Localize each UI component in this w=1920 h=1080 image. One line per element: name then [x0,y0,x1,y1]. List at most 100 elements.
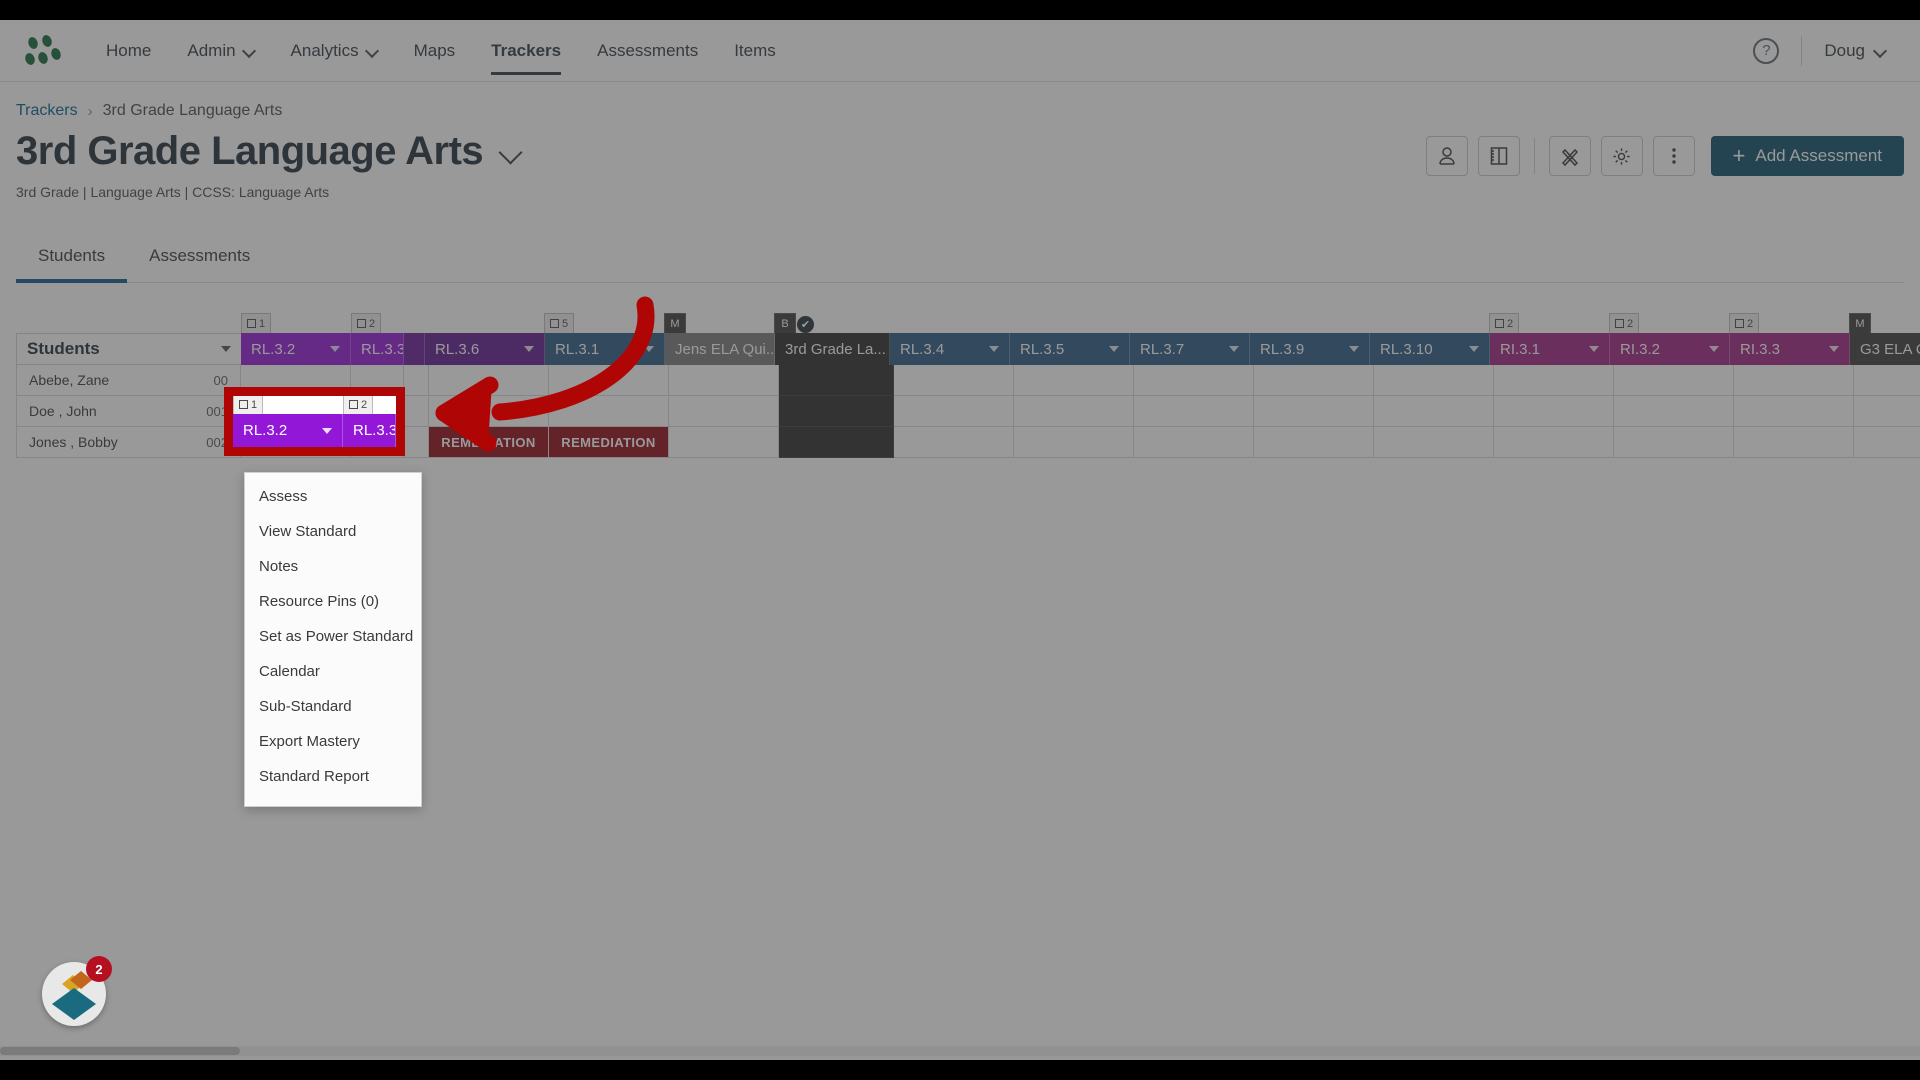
grid-cell[interactable] [241,365,351,396]
chevron-down-icon[interactable] [1109,346,1119,352]
add-assessment-button[interactable]: + Add Assessment [1710,136,1904,176]
grid-cell[interactable] [1734,396,1854,427]
nav-item-analytics[interactable]: Analytics [273,21,396,81]
remediation-cell[interactable]: REMEDIATION [429,427,549,458]
column-header[interactable]: RL.3.3 [351,333,404,365]
grid-cell[interactable] [1494,427,1614,458]
grid-cell[interactable] [404,427,429,458]
grid-cell[interactable] [1014,365,1134,396]
grid-cell[interactable] [1134,427,1254,458]
grid-cell[interactable] [1374,365,1494,396]
menu-item-standard-report[interactable]: Standard Report [245,759,421,794]
column-header[interactable]: G3 ELA Q [1850,333,1920,365]
grid-cell[interactable] [1254,427,1374,458]
nav-item-items[interactable]: Items [716,21,794,81]
help-icon[interactable]: ? [1753,37,1780,64]
table-row[interactable]: Jones , Bobby 002 REMEDIATION REMEDIATION [16,427,1920,458]
grid-cell[interactable] [669,365,779,396]
column-header[interactable]: 3rd Grade La... [775,333,890,365]
menu-item-view-standard[interactable]: View Standard [245,514,421,549]
horizontal-scrollbar[interactable] [0,1046,1920,1056]
grid-cell[interactable] [351,427,404,458]
column-header[interactable]: RL.3.2 [241,333,351,365]
chevron-down-icon[interactable] [1829,346,1839,352]
chevron-down-icon[interactable] [1469,346,1479,352]
nav-item-trackers[interactable]: Trackers [473,21,579,81]
grid-cell[interactable] [669,427,779,458]
tab-assessments[interactable]: Assessments [127,234,272,282]
nav-item-maps[interactable]: Maps [396,21,474,81]
menu-item-resource-pins[interactable]: Resource Pins (0) [245,584,421,619]
column-header[interactable]: RL.3.5 [1010,333,1130,365]
column-badge[interactable]: M [1849,313,1871,333]
chevron-down-icon[interactable] [1229,346,1239,352]
menu-item-set-as-power-standard[interactable]: Set as Power Standard [245,619,421,654]
grid-cell[interactable] [1614,396,1734,427]
panel-view-icon[interactable] [1477,136,1520,176]
grid-cell[interactable] [241,396,351,427]
table-row[interactable]: Doe , John 001 [16,396,1920,427]
grid-cell[interactable] [1494,365,1614,396]
breadcrumb-root-link[interactable]: Trackers [16,102,78,120]
student-name-cell[interactable]: Abebe, Zane 00 [16,365,241,396]
grid-cell[interactable] [779,365,894,396]
students-column-header[interactable]: Students [16,333,241,365]
nav-item-admin[interactable]: Admin [169,21,272,81]
menu-item-export-mastery[interactable]: Export Mastery [245,724,421,759]
menu-item-notes[interactable]: Notes [245,549,421,584]
grid-cell[interactable] [1134,396,1254,427]
tools-icon[interactable] [1548,136,1591,176]
column-header[interactable]: RL.3.10 [1370,333,1490,365]
column-header[interactable]: Jens ELA Qui... [665,333,775,365]
column-badge[interactable]: 2 [1489,313,1520,333]
student-name-cell[interactable]: Doe , John 001 [16,396,241,427]
more-options-icon[interactable] [1652,136,1695,176]
grid-cell[interactable] [1254,396,1374,427]
grid-cell[interactable] [1854,365,1920,396]
grid-cell[interactable] [1134,365,1254,396]
column-header[interactable] [404,333,425,365]
grid-cell[interactable] [1014,427,1134,458]
table-row[interactable]: Abebe, Zane 00 [16,365,1920,396]
grid-cell[interactable] [241,427,351,458]
tab-students[interactable]: Students [16,234,128,283]
grid-cell[interactable] [404,365,429,396]
grid-cell[interactable] [1494,396,1614,427]
column-header[interactable]: RL.3.1 [545,333,665,365]
column-header[interactable]: RL.3.6 [425,333,545,365]
column-header[interactable]: RI.3.2 [1610,333,1730,365]
student-name-cell[interactable]: Jones , Bobby 002 [16,427,241,458]
menu-item-sub-standard[interactable]: Sub-Standard [245,689,421,724]
grid-cell[interactable] [779,396,894,427]
column-header[interactable]: RL.3.9 [1250,333,1370,365]
column-header[interactable]: RI.3.1 [1490,333,1610,365]
column-badge[interactable]: 5 [544,313,575,333]
leaf-cluster-logo[interactable] [24,34,64,68]
remediation-cell[interactable]: REMEDIATION [549,427,669,458]
grid-cell[interactable] [1014,396,1134,427]
chevron-down-icon[interactable] [1349,346,1359,352]
chevron-down-icon[interactable] [221,346,231,352]
column-header[interactable]: RL.3.7 [1130,333,1250,365]
scrollbar-thumb[interactable] [0,1047,240,1055]
column-header[interactable]: RI.3.3 [1730,333,1850,365]
grid-cell[interactable] [1614,365,1734,396]
nav-item-home[interactable]: Home [88,21,169,81]
column-badge[interactable]: M [664,313,686,333]
menu-item-assess[interactable]: Assess [245,479,421,514]
chevron-down-icon[interactable] [1589,346,1599,352]
grid-cell[interactable] [1854,396,1920,427]
grid-cell[interactable] [1254,365,1374,396]
grid-cell[interactable] [351,396,404,427]
settings-gear-icon[interactable] [1600,136,1643,176]
grid-cell[interactable] [351,365,404,396]
grid-cell[interactable] [779,427,894,458]
chevron-down-icon[interactable] [524,346,534,352]
standard-context-menu[interactable]: Assess View Standard Notes Resource Pins… [244,472,422,807]
grid-cell[interactable] [894,365,1014,396]
chevron-down-icon[interactable] [330,346,340,352]
grid-cell[interactable] [1734,427,1854,458]
column-badge[interactable]: 2 [351,313,382,333]
grid-cell[interactable] [1374,396,1494,427]
column-badge[interactable]: 2 [1609,313,1640,333]
